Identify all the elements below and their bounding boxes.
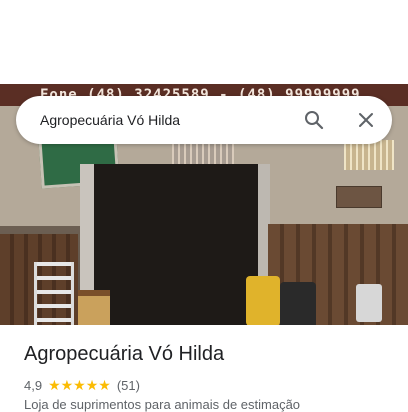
search-icon[interactable] — [302, 108, 326, 132]
star-rating-icon: ★★★★★ — [48, 376, 111, 393]
close-icon[interactable] — [354, 108, 378, 132]
place-info-panel: Agropecuária Vó Hilda 4,9 ★★★★★ (51) Loj… — [0, 325, 408, 412]
birdhouse — [78, 290, 110, 325]
feed-bag-black — [280, 282, 316, 325]
house-number-plaque — [336, 186, 382, 208]
place-category[interactable]: Loja de suprimentos para animais de esti… — [24, 397, 300, 412]
bird-cage-right — [344, 140, 394, 170]
store-doorway — [92, 164, 267, 325]
search-input[interactable]: Agropecuária Vó Hilda — [40, 96, 180, 144]
top-blank-area — [0, 0, 408, 84]
review-count[interactable]: (51) — [117, 378, 140, 393]
ladder — [34, 262, 74, 325]
search-bar[interactable]: Agropecuária Vó Hilda — [16, 96, 392, 144]
rating-row[interactable]: 4,9 ★★★★★ (51) — [24, 376, 140, 394]
bucket — [356, 284, 382, 322]
feed-bag-yellow — [246, 276, 280, 325]
rating-value: 4,9 — [24, 377, 43, 393]
place-title: Agropecuária Vó Hilda — [24, 343, 225, 365]
